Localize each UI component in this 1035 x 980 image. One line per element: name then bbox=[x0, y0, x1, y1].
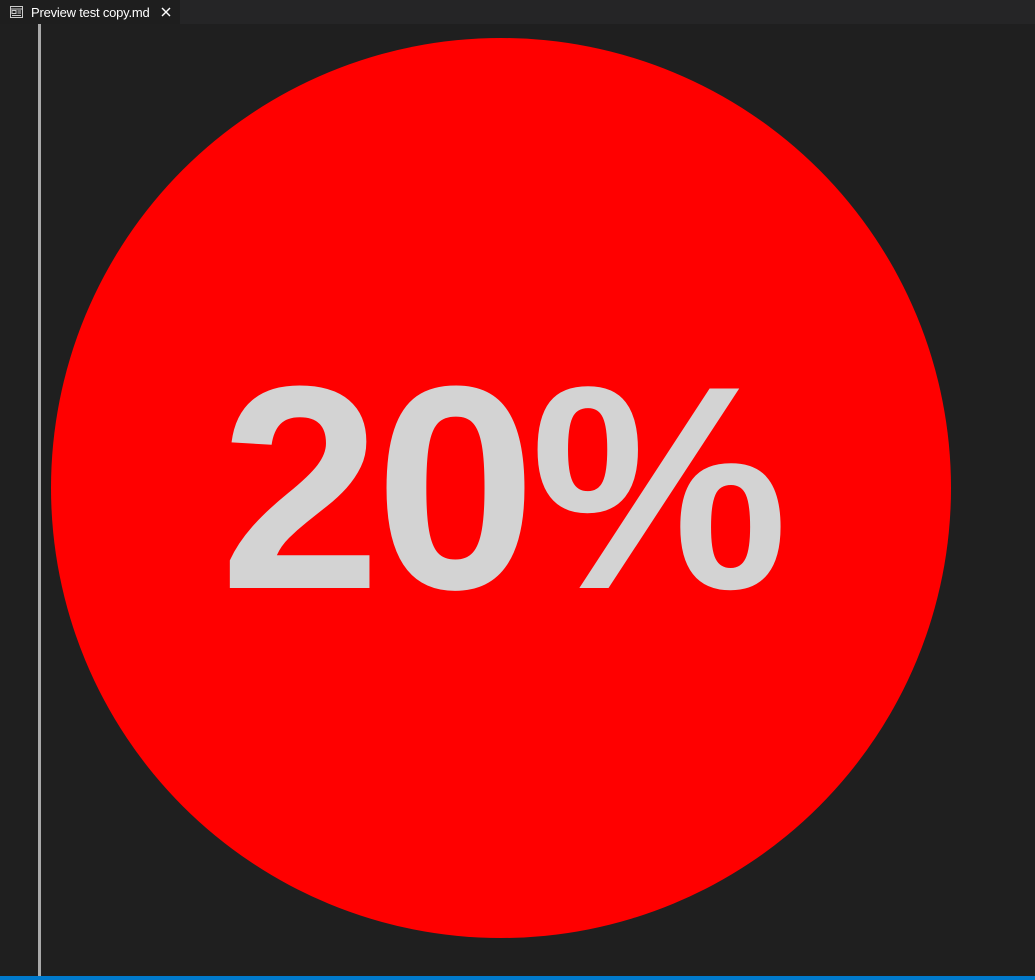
tab-label: Preview test copy.md bbox=[31, 4, 150, 20]
tab-bar: Preview test copy.md bbox=[0, 0, 1035, 24]
percent-value: 20% bbox=[219, 326, 788, 650]
tab-preview[interactable]: Preview test copy.md bbox=[0, 0, 180, 24]
preview-pane[interactable]: 20% bbox=[0, 24, 1035, 976]
blockquote-rule bbox=[38, 24, 41, 976]
close-icon[interactable] bbox=[159, 5, 173, 19]
editor-window: Preview test copy.md 20% bbox=[0, 0, 1035, 980]
preview-icon bbox=[9, 5, 23, 19]
status-bar bbox=[0, 976, 1035, 980]
